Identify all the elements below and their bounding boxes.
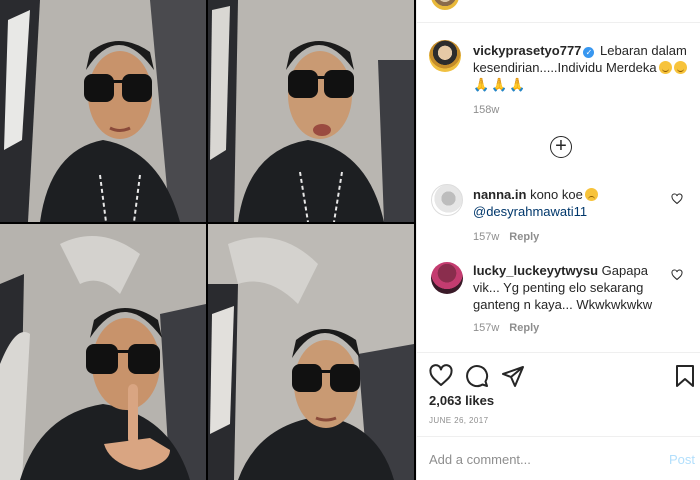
- post-button[interactable]: Post: [669, 452, 695, 467]
- photo-tile-top-left: [0, 0, 206, 222]
- comment-meta: 157w Reply: [473, 231, 539, 243]
- comment-icon[interactable]: [465, 364, 489, 388]
- pray-emoji-icon: 🙏: [491, 77, 508, 92]
- actions-divider: [417, 352, 700, 353]
- likes-count[interactable]: 2,063 likes: [429, 393, 494, 408]
- post-photo[interactable]: [0, 0, 416, 480]
- share-icon[interactable]: [501, 364, 525, 388]
- bookmark-icon[interactable]: [673, 364, 697, 388]
- comment-mention[interactable]: @desyrahmawati11: [473, 204, 587, 219]
- photo-tile-bottom-left: [0, 224, 206, 480]
- photo-tile-bottom-right: [208, 224, 414, 480]
- disappointed-emoji-icon: [584, 188, 598, 201]
- comment-text: kono koe: [530, 187, 583, 202]
- author-avatar[interactable]: [429, 40, 461, 72]
- comment-like-heart-icon[interactable]: [671, 269, 683, 281]
- comment-timestamp[interactable]: 157w: [473, 231, 499, 243]
- header-divider: [417, 22, 700, 23]
- pray-emoji-icon: 🙏: [473, 77, 490, 92]
- composer-divider: [417, 436, 700, 437]
- heart-icon[interactable]: [429, 364, 453, 388]
- header-avatar[interactable]: [429, 0, 461, 12]
- grinning-emoji-icon: [658, 61, 672, 74]
- reply-button[interactable]: Reply: [509, 231, 539, 243]
- comment-like-heart-icon[interactable]: [671, 193, 683, 205]
- add-comment-input[interactable]: [429, 448, 649, 470]
- comment-timestamp[interactable]: 157w: [473, 322, 499, 334]
- reply-button[interactable]: Reply: [509, 322, 539, 334]
- comment-username[interactable]: nanna.in: [473, 187, 526, 202]
- photo-tile-top-right: [208, 0, 414, 222]
- grinning-emoji-icon: [673, 61, 687, 74]
- comment-meta: 157w Reply: [473, 322, 539, 334]
- comment-username[interactable]: lucky_luckeyytwysu: [473, 263, 598, 278]
- caption-timestamp[interactable]: 158w: [473, 104, 499, 116]
- comment-item: lucky_luckeyytwysu Gapapa vik... Yg pent…: [473, 262, 673, 313]
- post-caption: vickyprasetyo777 ✓ Lebaran dalam kesendir…: [473, 42, 693, 93]
- post-date[interactable]: JUNE 26, 2017: [429, 416, 488, 425]
- comment-item: nanna.in kono koe @desyrahmawati11: [473, 186, 673, 220]
- comments-panel: vickyprasetyo777 ✓ Lebaran dalam kesendir…: [416, 0, 700, 480]
- comment-avatar[interactable]: [431, 184, 463, 216]
- verified-badge-icon: ✓: [583, 47, 595, 58]
- plus-circle-icon[interactable]: +: [550, 136, 572, 158]
- author-username[interactable]: vickyprasetyo777: [473, 43, 581, 58]
- pray-emoji-icon: 🙏: [509, 77, 526, 92]
- comment-avatar[interactable]: [431, 262, 463, 294]
